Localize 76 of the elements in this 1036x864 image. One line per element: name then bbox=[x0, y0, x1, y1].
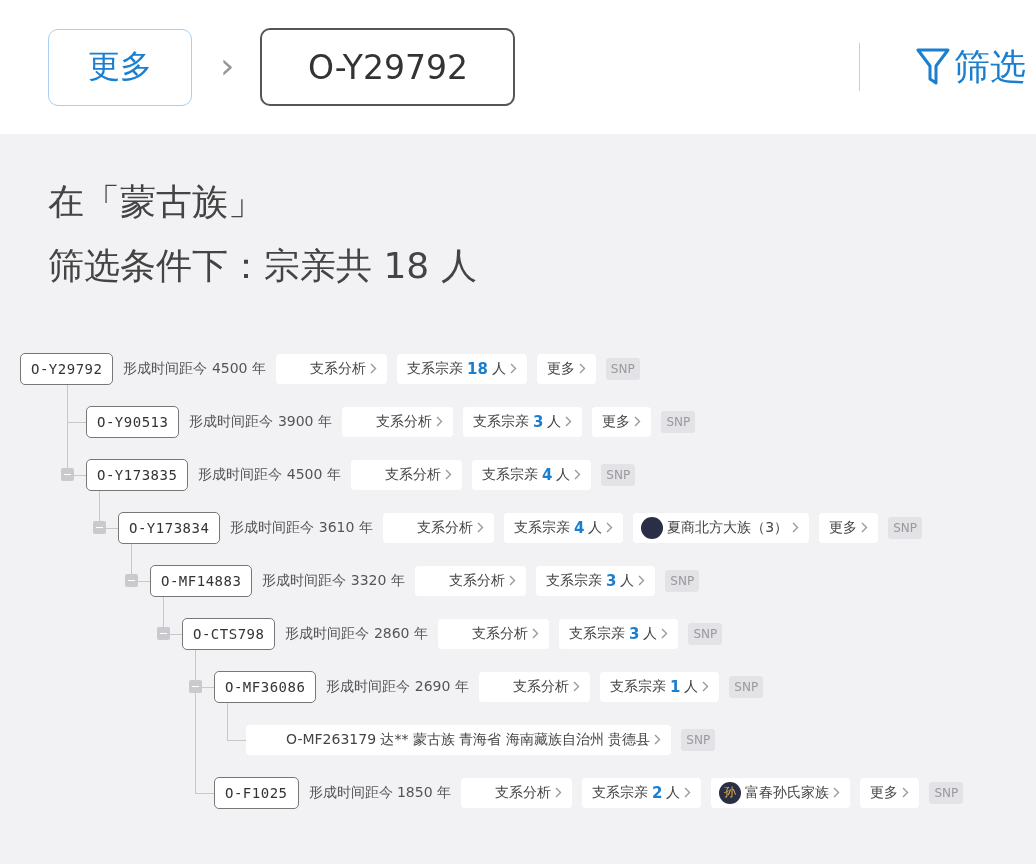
chevron-icon bbox=[572, 681, 580, 692]
chevron-icon bbox=[638, 575, 646, 586]
chevron-icon bbox=[702, 681, 710, 692]
chevron-icon bbox=[578, 363, 586, 374]
chevron-icon bbox=[555, 787, 563, 798]
summary-count: 筛选条件下：宗亲共 18 人 bbox=[48, 244, 478, 288]
chevron-icon bbox=[634, 416, 642, 427]
collapse-toggle[interactable] bbox=[125, 574, 138, 587]
age-text: 形成时间距今 3900 年 bbox=[189, 412, 332, 431]
chevron-icon bbox=[792, 522, 800, 533]
haplogroup-node[interactable]: O-MF14883 bbox=[150, 564, 253, 597]
clan-avatar: 孙 bbox=[719, 781, 742, 804]
collapse-toggle[interactable] bbox=[61, 468, 74, 481]
haplogroup-node[interactable]: O-Y173834 bbox=[118, 511, 221, 544]
age-text: 形成时间距今 2860 年 bbox=[285, 624, 428, 643]
haplogroup-node[interactable]: O-CTS798 bbox=[182, 617, 276, 650]
chevron-icon bbox=[565, 416, 573, 427]
branch-relatives-button[interactable]: 支系宗亲 2 人 bbox=[582, 777, 702, 808]
branch-analysis-button[interactable]: 支系分析 bbox=[382, 512, 494, 543]
age-text: 形成时间距今 4500 年 bbox=[123, 359, 266, 378]
age-text: 形成时间距今 3610 年 bbox=[230, 518, 373, 537]
chevron-icon bbox=[661, 628, 669, 639]
branch-analysis-button[interactable]: 支系分析 bbox=[478, 671, 590, 702]
chevron-icon bbox=[654, 734, 662, 745]
branch-relatives-button[interactable]: 支系宗亲 3 人 bbox=[535, 565, 656, 596]
age-text: 形成时间距今 2690 年 bbox=[326, 677, 469, 696]
more-button[interactable]: 更多 bbox=[48, 28, 192, 106]
haplogroup-node[interactable]: O-Y173835 bbox=[86, 458, 189, 491]
age-text: 形成时间距今 4500 年 bbox=[198, 465, 341, 484]
chevron-icon bbox=[435, 416, 443, 427]
chevron-icon bbox=[574, 469, 582, 480]
chevron-icon bbox=[369, 363, 377, 374]
branch-analysis-button[interactable]: 支系分析 bbox=[350, 459, 462, 490]
clan-button[interactable]: 孙 富春孙氏家族 bbox=[711, 777, 851, 808]
chevron-icon bbox=[902, 787, 910, 798]
chevron-icon bbox=[508, 575, 516, 586]
branch-relatives-button[interactable]: 支系宗亲 18 人 bbox=[396, 353, 527, 384]
chevron-icon bbox=[476, 522, 484, 533]
haplogroup-node[interactable]: O-Y29792 bbox=[20, 352, 114, 385]
chevron-icon bbox=[606, 522, 614, 533]
chevron-icon bbox=[861, 522, 869, 533]
breadcrumb-separator: › bbox=[220, 44, 235, 86]
branch-relatives-button[interactable]: 支系宗亲 3 人 bbox=[558, 618, 679, 649]
chevron-icon bbox=[509, 363, 517, 374]
branch-relatives-button[interactable]: 支系宗亲 4 人 bbox=[503, 512, 624, 543]
collapse-toggle[interactable] bbox=[157, 627, 170, 640]
more-button[interactable]: 更多 bbox=[536, 353, 596, 384]
chevron-icon bbox=[684, 787, 692, 798]
age-text: 形成时间距今 3320 年 bbox=[262, 571, 405, 590]
more-button[interactable]: 更多 bbox=[860, 777, 920, 808]
clan-button[interactable]: 夏商北方大族（3） bbox=[633, 512, 810, 543]
branch-analysis-button[interactable]: 支系分析 bbox=[461, 777, 573, 808]
branch-analysis-button[interactable]: 支系分析 bbox=[275, 353, 387, 384]
branch-analysis-button[interactable]: 支系分析 bbox=[437, 618, 549, 649]
branch-relatives-button[interactable]: 支系宗亲 3 人 bbox=[462, 406, 583, 437]
current-haplogroup-button[interactable]: O-Y29792 bbox=[260, 28, 516, 106]
chevron-icon bbox=[531, 628, 539, 639]
collapse-toggle[interactable] bbox=[93, 521, 106, 534]
filter-icon bbox=[916, 47, 950, 87]
branch-analysis-button[interactable]: 支系分析 bbox=[341, 406, 453, 437]
branch-relatives-button[interactable]: 支系宗亲 4 人 bbox=[471, 459, 592, 490]
more-button[interactable]: 更多 bbox=[819, 512, 879, 543]
filter-button[interactable]: 筛选 bbox=[916, 42, 1026, 92]
haplogroup-node[interactable]: O-MF36086 bbox=[214, 670, 317, 703]
branch-relatives-button[interactable]: 支系宗亲 1 人 bbox=[599, 671, 720, 702]
chevron-icon bbox=[833, 787, 841, 798]
collapse-toggle[interactable] bbox=[189, 680, 202, 693]
summary-title: 在「蒙古族」 bbox=[48, 180, 265, 224]
age-text: 形成时间距今 1850 年 bbox=[308, 783, 452, 802]
clan-avatar bbox=[641, 516, 664, 539]
more-button[interactable]: 更多 bbox=[592, 406, 652, 437]
branch-analysis-button[interactable]: 支系分析 bbox=[414, 565, 526, 596]
person-button[interactable]: O-MF263179 达** 蒙古族 青海省 海南藏族自治州 贵德县 bbox=[246, 724, 672, 755]
chevron-icon bbox=[444, 469, 452, 480]
haplogroup-node[interactable]: O-F1025 bbox=[214, 776, 299, 809]
haplogroup-node[interactable]: O-Y90513 bbox=[86, 405, 180, 438]
